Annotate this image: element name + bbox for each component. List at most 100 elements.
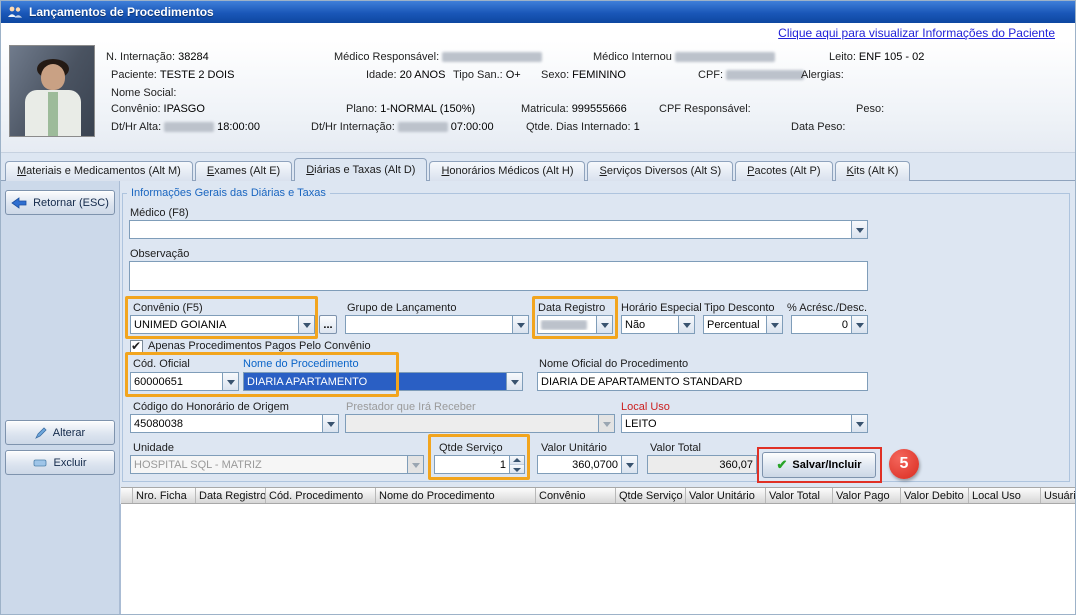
patient-field-alergias: Alergias:	[801, 69, 844, 81]
patient-field-medico-responsavel: Médico Responsável:	[334, 51, 542, 63]
retornar-button[interactable]: Retornar (ESC)	[5, 190, 115, 215]
combo-value: LEITO	[622, 418, 851, 430]
photo-coat-stripe	[48, 92, 58, 137]
field-value: 1-NORMAL (150%)	[380, 103, 475, 115]
button-label: Salvar/Incluir	[792, 459, 861, 471]
chevron-down-icon	[598, 415, 614, 432]
step-badge: 5	[889, 449, 919, 479]
local-uso-combobox[interactable]: LEITO	[621, 414, 868, 433]
combo-value: Percentual	[704, 319, 766, 331]
chevron-down-icon[interactable]	[678, 316, 694, 333]
cod-oficial-combobox[interactable]: 60000651	[130, 372, 239, 391]
grupo-lancamento-label: Grupo de Lançamento	[347, 302, 456, 314]
input-value: DIARIA DE APARTAMENTO STANDARD	[538, 376, 867, 388]
patient-field-idade: Idade: 20 ANOS	[366, 69, 445, 81]
patient-field-dt-hr-alta: Dt/Hr Alta: 18:00:00	[111, 121, 260, 133]
apenas-procedimentos-checkbox[interactable]	[130, 340, 143, 353]
grid-column-valor-unitario[interactable]: Valor Unitário	[686, 488, 766, 503]
tab-honorarios-medicos[interactable]: Honorários Médicos (Alt H)	[429, 161, 585, 181]
qtde-servico-spinner[interactable]: 1	[434, 455, 525, 474]
nome-procedimento-combobox[interactable]: DIARIA APARTAMENTO	[243, 372, 523, 391]
nome-oficial-input[interactable]: DIARIA DE APARTAMENTO STANDARD	[537, 372, 868, 391]
tab-kits[interactable]: Kits (Alt K)	[835, 161, 911, 181]
spinner-buttons	[509, 456, 524, 473]
chevron-down-icon[interactable]	[596, 316, 612, 333]
chevron-down-icon[interactable]	[621, 456, 637, 473]
chevron-down-icon[interactable]	[506, 373, 522, 390]
field-value: O+	[506, 69, 521, 81]
horario-especial-combobox[interactable]: Não	[621, 315, 695, 334]
tipo-desconto-combobox[interactable]: Percentual	[703, 315, 783, 334]
field-label: Sexo:	[541, 69, 569, 81]
patient-field-dt-hr-internacao: Dt/Hr Internação: 07:00:00	[311, 121, 494, 133]
chevron-down-icon[interactable]	[322, 415, 338, 432]
field-label: Tipo San.:	[453, 69, 503, 81]
app-icon	[7, 5, 23, 19]
tab-servicos-diversos[interactable]: Serviços Diversos (Alt S)	[587, 161, 733, 181]
apenas-procedimentos-label: Apenas Procedimentos Pagos Pelo Convênio	[148, 340, 371, 352]
medico-combobox[interactable]	[129, 220, 868, 239]
chevron-down-icon[interactable]	[851, 415, 867, 432]
button-label: Alterar	[53, 427, 85, 439]
observacao-input[interactable]	[129, 261, 868, 291]
field-label: CPF:	[698, 69, 723, 81]
convenio-combobox[interactable]: UNIMED GOIANIA	[130, 315, 315, 334]
chevron-down-icon[interactable]	[766, 316, 782, 333]
spinner-up-icon[interactable]	[510, 456, 524, 465]
photo-head-silhouette	[41, 64, 65, 90]
grid-column-valor-debito[interactable]: Valor Debito	[901, 488, 969, 503]
data-registro-combobox[interactable]	[537, 315, 613, 334]
patient-field-convenio: Convênio: IPASGO	[111, 103, 205, 115]
nome-oficial-label: Nome Oficial do Procedimento	[539, 358, 688, 370]
check-icon: ✔	[777, 457, 788, 473]
redacted-value	[164, 122, 214, 132]
field-label: Idade:	[366, 69, 397, 81]
medico-label: Médico (F8)	[130, 207, 189, 219]
patient-info-link[interactable]: Clique aqui para visualizar Informações …	[778, 26, 1055, 40]
left-sidebar	[1, 181, 120, 615]
title-bar: Lançamentos de Procedimentos	[1, 1, 1076, 23]
tab-pacotes[interactable]: Pacotes (Alt P)	[735, 161, 832, 181]
grid-column-usuario[interactable]: Usuári	[1041, 488, 1076, 503]
valor-unitario-combobox[interactable]: 360,0700	[537, 455, 638, 474]
tab-diarias-taxas[interactable]: Diárias e Taxas (Alt D)	[294, 158, 427, 181]
field-label: Matricula:	[521, 103, 569, 115]
grid-column-cod-procedimento[interactable]: Cód. Procedimento	[266, 488, 376, 503]
grid-column-local-uso[interactable]: Local Uso	[969, 488, 1041, 503]
convenio-browse-button[interactable]: ...	[319, 315, 337, 334]
chevron-down-icon[interactable]	[512, 316, 528, 333]
chevron-down-icon[interactable]	[222, 373, 238, 390]
chevron-down-icon[interactable]	[298, 316, 314, 333]
cod-oficial-label: Cód. Oficial	[133, 358, 190, 370]
grid-column-nome-procedimento[interactable]: Nome do Procedimento	[376, 488, 536, 503]
chevron-down-icon[interactable]	[851, 316, 867, 333]
grid-column-valor-total[interactable]: Valor Total	[766, 488, 833, 503]
patient-field-paciente: Paciente: TESTE 2 DOIS	[111, 69, 234, 81]
grid-column-qtde-servico[interactable]: Qtde Serviço	[616, 488, 686, 503]
patient-field-peso: Peso:	[856, 103, 884, 115]
excluir-button[interactable]: Excluir	[5, 450, 115, 475]
alterar-button[interactable]: Alterar	[5, 420, 115, 445]
acresc-desc-combobox[interactable]: 0	[791, 315, 868, 334]
grid-column-nro-ficha[interactable]: Nro. Ficha	[133, 488, 196, 503]
tab-materiais-medicamentos[interactable]: Materiais e Medicamentos (Alt M)	[5, 161, 193, 181]
redacted-value	[726, 70, 804, 80]
tab-exames[interactable]: Exames (Alt E)	[195, 161, 292, 181]
chevron-down-icon[interactable]	[851, 221, 867, 238]
combo-value: UNIMED GOIANIA	[131, 319, 298, 331]
valor-unitario-label: Valor Unitário	[541, 442, 607, 454]
salvar-incluir-button[interactable]: ✔ Salvar/Incluir	[762, 452, 876, 478]
grid-column-convenio[interactable]: Convênio	[536, 488, 616, 503]
field-value: TESTE 2 DOIS	[160, 69, 235, 81]
grid-column-valor-pago[interactable]: Valor Pago	[833, 488, 901, 503]
combo-value: HOSPITAL SQL - MATRIZ	[131, 459, 407, 471]
patient-field-leito: Leito: ENF 105 - 02	[829, 51, 924, 63]
patient-field-qtde-dias: Qtde. Dias Internado: 1	[526, 121, 640, 133]
cod-honorario-combobox[interactable]: 45080038	[130, 414, 339, 433]
local-uso-label: Local Uso	[621, 401, 670, 413]
spinner-down-icon[interactable]	[510, 465, 524, 473]
grid-column-data-registro[interactable]: Data Registro	[196, 488, 266, 503]
patient-field-nome-social: Nome Social:	[111, 87, 176, 99]
field-value: 18:00:00	[217, 121, 260, 133]
grupo-lancamento-combobox[interactable]	[345, 315, 529, 334]
